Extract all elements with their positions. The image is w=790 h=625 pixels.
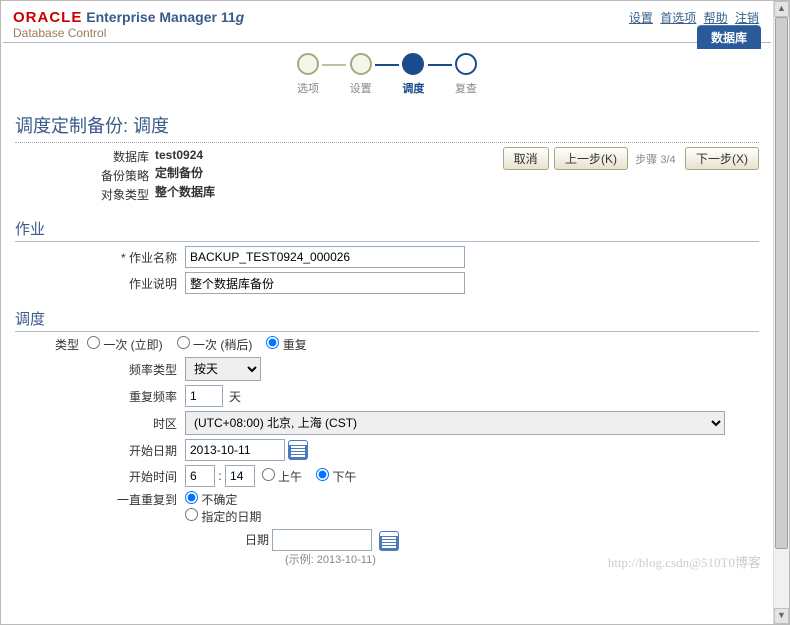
job-desc-label: 作业说明 bbox=[15, 275, 185, 292]
type-repeat[interactable]: 重复 bbox=[266, 336, 306, 353]
step-connector bbox=[375, 64, 399, 66]
scroll-thumb[interactable] bbox=[775, 17, 788, 549]
step-options-icon bbox=[297, 53, 319, 75]
start-date-input[interactable] bbox=[185, 439, 285, 461]
pm-radio[interactable] bbox=[316, 468, 329, 481]
type-once-later[interactable]: 一次 (稍后) bbox=[177, 336, 253, 353]
freq-type-select[interactable]: 按天 bbox=[185, 357, 261, 381]
type-once-now-radio[interactable] bbox=[87, 336, 100, 349]
job-name-label: * 作业名称 bbox=[15, 249, 185, 266]
until-date[interactable]: 指定的日期 bbox=[185, 510, 261, 524]
context-labels: 数据库 备份策略 对象类型 bbox=[15, 147, 155, 204]
wizard-stepper: 选项 设置 调度 复查 bbox=[3, 43, 771, 102]
step-settings-icon bbox=[350, 53, 372, 75]
calendar-icon[interactable] bbox=[380, 532, 398, 550]
cancel-button[interactable]: 取消 bbox=[503, 147, 549, 170]
step-schedule-label: 调度 bbox=[402, 80, 424, 96]
section-jobs: 作业 bbox=[15, 214, 759, 242]
context-values: test0924 定制备份 整个数据库 bbox=[155, 147, 215, 201]
action-bar: 取消 上一步(K) 步骤 3/4 下一步(X) bbox=[501, 147, 759, 170]
ctx-db-label: 数据库 bbox=[15, 147, 155, 166]
scroll-up-icon[interactable]: ▲ bbox=[774, 1, 789, 17]
repeat-freq-input[interactable] bbox=[185, 385, 223, 407]
step-indicator: 步骤 3/4 bbox=[635, 154, 675, 166]
link-help[interactable]: 帮助 bbox=[704, 11, 728, 25]
ampm-pm[interactable]: 下午 bbox=[316, 468, 356, 485]
brand-em: Enterprise Manager 11 bbox=[86, 9, 235, 25]
ctx-obj-value: 整个数据库 bbox=[155, 182, 215, 201]
calendar-icon[interactable] bbox=[289, 441, 307, 459]
step-connector bbox=[428, 64, 452, 66]
tab-database[interactable]: 数据库 bbox=[697, 25, 761, 49]
page-title: 调度定制备份: 调度 bbox=[15, 108, 759, 143]
scroll-down-icon[interactable]: ▼ bbox=[774, 608, 789, 624]
freq-type-label: 频率类型 bbox=[15, 361, 185, 378]
brand-g: g bbox=[236, 9, 245, 25]
brand-oracle: ORACLE bbox=[13, 9, 82, 26]
until-date-radio[interactable] bbox=[185, 508, 198, 521]
back-button[interactable]: 上一步(K) bbox=[554, 147, 628, 170]
type-once-later-radio[interactable] bbox=[177, 336, 190, 349]
step-review-label: 复查 bbox=[455, 80, 477, 96]
until-indef-radio[interactable] bbox=[185, 491, 198, 504]
section-schedule: 调度 bbox=[15, 304, 759, 332]
next-button[interactable]: 下一步(X) bbox=[685, 147, 759, 170]
job-name-input[interactable] bbox=[185, 246, 465, 268]
time-colon: : bbox=[215, 469, 225, 483]
repeat-freq-label: 重复频率 bbox=[15, 388, 185, 405]
start-time-label: 开始时间 bbox=[15, 468, 185, 485]
until-indef[interactable]: 不确定 bbox=[185, 493, 237, 507]
brand-subtitle: Database Control bbox=[13, 26, 761, 40]
until-date-input[interactable] bbox=[272, 529, 372, 551]
type-repeat-radio[interactable] bbox=[266, 336, 279, 349]
link-logout[interactable]: 注销 bbox=[735, 11, 759, 25]
ctx-policy-label: 备份策略 bbox=[15, 166, 155, 185]
step-connector bbox=[322, 64, 346, 66]
tz-label: 时区 bbox=[15, 415, 185, 432]
start-date-label: 开始日期 bbox=[15, 442, 185, 459]
ctx-db-value: test0924 bbox=[155, 147, 215, 163]
until-date-sublabel: 日期 bbox=[245, 533, 269, 547]
ctx-obj-label: 对象类型 bbox=[15, 185, 155, 204]
app-header: ORACLE Enterprise Manager 11g Database C… bbox=[3, 3, 771, 43]
ampm-am[interactable]: 上午 bbox=[262, 468, 302, 485]
am-radio[interactable] bbox=[262, 468, 275, 481]
until-label: 一直重复到 bbox=[15, 491, 185, 508]
step-options-label: 选项 bbox=[297, 80, 319, 96]
job-desc-input[interactable] bbox=[185, 272, 465, 294]
type-label: 类型 bbox=[15, 336, 87, 353]
step-review-icon bbox=[455, 53, 477, 75]
start-hour-input[interactable] bbox=[185, 465, 215, 487]
step-settings-label: 设置 bbox=[350, 80, 372, 96]
repeat-freq-unit: 天 bbox=[229, 388, 241, 405]
until-date-hint: (示例: 2013-10-11) bbox=[285, 551, 398, 567]
link-settings[interactable]: 设置 bbox=[629, 11, 653, 25]
top-links: 设置 首选项 帮助 注销 bbox=[625, 9, 759, 26]
ctx-policy-value: 定制备份 bbox=[155, 163, 215, 182]
start-min-input[interactable] bbox=[225, 465, 255, 487]
tz-select[interactable]: (UTC+08:00) 北京, 上海 (CST) bbox=[185, 411, 725, 435]
link-prefs[interactable]: 首选项 bbox=[660, 11, 696, 25]
step-schedule-icon bbox=[402, 53, 424, 75]
scroll-track[interactable] bbox=[774, 17, 789, 608]
type-once-now[interactable]: 一次 (立即) bbox=[87, 336, 163, 353]
vertical-scrollbar[interactable]: ▲ ▼ bbox=[773, 1, 789, 624]
